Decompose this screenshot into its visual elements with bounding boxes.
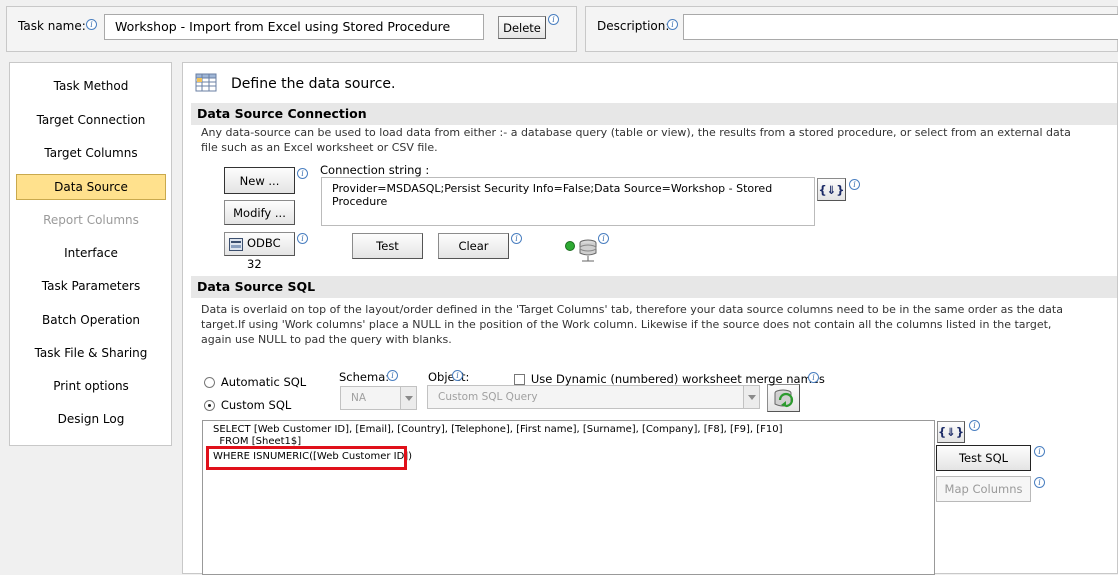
sidebar-item-target-columns[interactable]: Target Columns (10, 142, 172, 164)
sidebar-nav: Task Method Target Connection Target Col… (9, 62, 172, 446)
custom-sql-radio[interactable] (204, 400, 215, 411)
automatic-sql-label: Automatic SQL (220, 375, 307, 389)
sql-variables-info-icon[interactable]: i (969, 420, 980, 431)
sidebar-item-print-options[interactable]: Print options (10, 375, 172, 397)
data-source-grid-icon (195, 71, 217, 93)
task-name-input[interactable]: Workshop - Import from Excel using Store… (104, 14, 484, 40)
sql-variables-button[interactable]: {⇓} (937, 421, 965, 443)
modify-connection-button[interactable]: Modify ... (224, 200, 295, 225)
dynamic-merge-option[interactable]: Use Dynamic (numbered) worksheet merge n… (514, 372, 825, 386)
description-info-icon[interactable]: i (667, 19, 678, 30)
database-refresh-icon (772, 388, 796, 410)
braces-arrow-icon: {⇓} (818, 182, 845, 197)
connection-string-label: Connection string : (320, 163, 430, 177)
sidebar-item-task-file-sharing[interactable]: Task File & Sharing (10, 342, 172, 364)
connection-variables-info-icon[interactable]: i (849, 179, 860, 190)
sidebar-item-data-source[interactable]: Data Source (16, 174, 166, 200)
sql-query-editor[interactable]: SELECT [Web Customer ID], [Email], [Coun… (202, 420, 935, 575)
task-name-info-icon[interactable]: i (86, 19, 97, 30)
custom-sql-option[interactable]: Custom SQL (204, 398, 291, 412)
chevron-down-icon (743, 386, 759, 408)
map-columns-button[interactable]: Map Columns (936, 476, 1031, 502)
sidebar-item-interface[interactable]: Interface (10, 242, 172, 264)
sql-section-title: Data Source SQL (191, 276, 1117, 298)
task-name-label: Task name: (18, 19, 86, 33)
odbc-icon (229, 237, 243, 251)
sidebar-item-task-method[interactable]: Task Method (10, 75, 172, 97)
sidebar-item-task-parameters[interactable]: Task Parameters (10, 275, 172, 297)
test-sql-info-icon[interactable]: i (1034, 446, 1045, 457)
odbc32-info-icon[interactable]: i (297, 233, 308, 244)
braces-arrow-icon: {⇓} (938, 424, 965, 439)
schema-value: NA (351, 392, 367, 404)
clear-connection-info-icon[interactable]: i (511, 233, 522, 244)
sql-highlight-box (206, 446, 407, 470)
schema-label: Schema: (339, 370, 390, 384)
sidebar-item-design-log[interactable]: Design Log (10, 408, 172, 430)
connection-string-field[interactable]: Provider=MSDASQL;Persist Security Info=F… (321, 177, 815, 226)
object-value: Custom SQL Query (438, 391, 538, 403)
odbc32-label: ODBC 32 (247, 236, 281, 271)
sidebar-item-report-columns: Report Columns (43, 213, 139, 227)
description-input[interactable] (683, 14, 1118, 40)
automatic-sql-radio[interactable] (204, 377, 215, 388)
connection-variables-button[interactable]: {⇓} (817, 178, 846, 201)
task-name-panel: Task name: i Workshop - Import from Exce… (6, 6, 577, 52)
page-heading: Define the data source. (231, 76, 396, 92)
connection-description: Any data-source can be used to load data… (201, 126, 1071, 154)
new-connection-button[interactable]: New ... (224, 167, 295, 194)
clear-connection-button[interactable]: Clear (438, 233, 509, 259)
sql-description: Data is overlaid on top of the layout/or… (201, 303, 1063, 346)
sql-line-1: SELECT [Web Customer ID], [Email], [Coun… (213, 424, 783, 435)
schema-info-icon[interactable]: i (387, 370, 398, 381)
dynamic-merge-checkbox[interactable] (514, 374, 525, 385)
schema-select[interactable]: NA (340, 386, 417, 410)
map-columns-info-icon[interactable]: i (1034, 477, 1045, 488)
chevron-down-icon (400, 387, 416, 409)
description-panel: Description: i (585, 6, 1118, 52)
sidebar-item-batch-operation[interactable]: Batch Operation (10, 309, 172, 331)
object-select[interactable]: Custom SQL Query (427, 385, 760, 409)
connection-section-title: Data Source Connection (191, 103, 1117, 125)
description-label: Description: (597, 19, 670, 33)
custom-sql-label: Custom SQL (220, 398, 292, 412)
main-panel: Define the data source. Data Source Conn… (182, 62, 1118, 575)
delete-info-icon[interactable]: i (548, 14, 559, 25)
sidebar-item-target-connection[interactable]: Target Connection (10, 109, 172, 131)
dynamic-merge-label: Use Dynamic (numbered) worksheet merge n… (530, 372, 825, 386)
object-label: Object: (428, 370, 470, 384)
test-connection-button[interactable]: Test (352, 233, 423, 259)
test-sql-button[interactable]: Test SQL (936, 445, 1031, 471)
connection-status-info-icon[interactable]: i (598, 233, 609, 244)
new-connection-info-icon[interactable]: i (297, 168, 308, 179)
refresh-objects-button[interactable] (767, 384, 800, 412)
automatic-sql-option[interactable]: Automatic SQL (204, 375, 306, 389)
dynamic-merge-info-icon[interactable]: i (808, 372, 819, 383)
object-info-icon[interactable]: i (452, 370, 463, 381)
odbc32-button[interactable]: ODBC 32 (224, 232, 295, 271)
delete-button[interactable]: Delete (498, 16, 546, 39)
